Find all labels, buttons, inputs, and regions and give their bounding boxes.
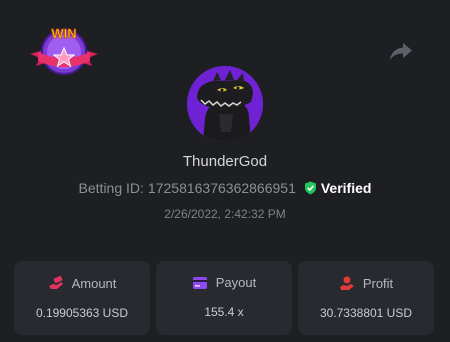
avatar-dragon-icon [187,66,263,142]
stat-card-payout: Payout 155.4 x [156,261,292,335]
username: ThunderGod [182,153,268,170]
stat-card-amount: Amount 0.19905363 USD [14,261,150,335]
share-arrow-icon [390,43,412,60]
betting-id-row: Betting ID: 1725816376362866951 Verified [0,180,450,196]
win-badge-icon: WIN [30,26,98,75]
stat-label-amount: Amount [71,275,117,291]
card-icon [192,276,207,289]
stat-label-payout: Payout [215,275,257,290]
share-button[interactable] [388,40,414,62]
money-hand-icon [48,275,63,289]
stat-value-profit: 30.7338801 USD [319,306,413,320]
avatar [187,66,263,142]
win-badge-text: WIN [51,26,76,41]
betting-id-value[interactable]: 1725816376362866951 [148,180,296,196]
shield-check-icon [304,181,316,195]
betting-id-label: Betting ID: [78,180,144,196]
stat-value-payout: 155.4 x [204,305,244,319]
verified-label: Verified [320,180,372,196]
coin-hand-icon [339,276,354,290]
stat-card-profit: Profit 30.7338801 USD [298,261,434,335]
verified-badge: Verified [304,180,372,196]
stat-value-amount: 0.19905363 USD [35,306,129,320]
stats-row: Amount 0.19905363 USD Payout 155.4 x Pro… [14,261,434,335]
stat-label-profit: Profit [362,275,394,291]
bet-timestamp: 2/26/2022, 2:42:32 PM [164,207,286,221]
